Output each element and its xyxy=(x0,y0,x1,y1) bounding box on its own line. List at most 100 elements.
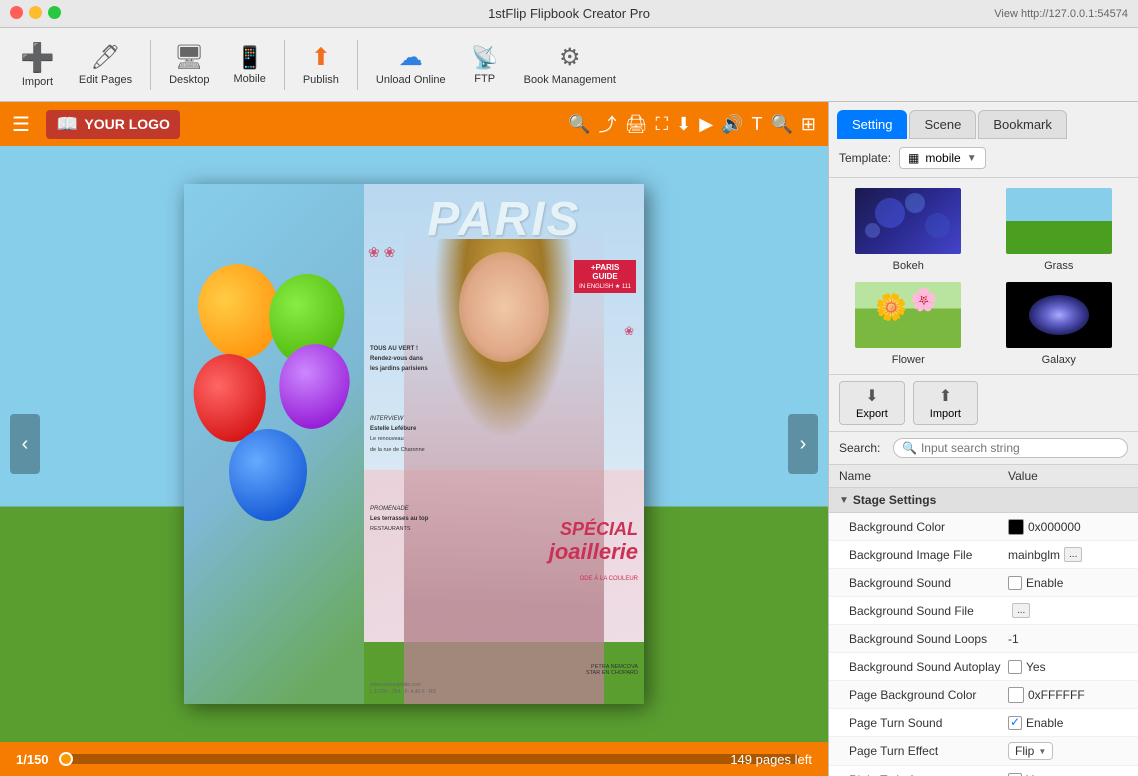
volume-icon[interactable]: 🔊 xyxy=(721,114,743,135)
page-bg-color-swatch[interactable] xyxy=(1008,687,1024,703)
thumb-galaxy-img[interactable] xyxy=(1004,280,1114,350)
text-icon[interactable]: T xyxy=(751,114,762,135)
bg-sound-checkbox[interactable] xyxy=(1008,576,1022,590)
mag-flowers-left: ❀ ❀ xyxy=(368,244,395,261)
share-icon[interactable]: ⤴ xyxy=(599,111,617,137)
tab-bookmark[interactable]: Bookmark xyxy=(978,110,1067,139)
bg-image-text: mainbglm xyxy=(1008,548,1060,562)
bg-color-text: 0x000000 xyxy=(1028,520,1081,534)
right-to-left-checkbox[interactable] xyxy=(1008,773,1022,776)
fullscreen-icon[interactable]: ⛶ xyxy=(656,114,669,135)
unload-online-button[interactable]: ☁ Unload Online xyxy=(366,39,456,90)
next-page-button[interactable]: › xyxy=(788,414,818,474)
thumb-flower-img[interactable]: 🌼 🌸 xyxy=(853,280,963,350)
play-icon[interactable]: ▶ xyxy=(699,114,713,135)
settings-tabs: Setting Scene Bookmark xyxy=(829,102,1138,139)
mag-ode: ODE À LA COULEUR xyxy=(580,576,638,582)
balloon-blue xyxy=(229,429,307,521)
hamburger-menu-icon[interactable]: ☰ xyxy=(12,112,30,137)
search-magnifier-icon: 🔍 xyxy=(902,441,917,455)
url-display[interactable]: View http://127.0.0.1:54574 xyxy=(994,8,1128,20)
import-settings-icon: ⬆ xyxy=(939,386,952,406)
stage-settings-header[interactable]: ▼ Stage Settings xyxy=(829,488,1138,513)
minimize-button[interactable] xyxy=(29,6,42,19)
bg-image-value: mainbglm ... xyxy=(1008,547,1128,562)
book-management-button[interactable]: ⚙ Book Management xyxy=(514,39,626,90)
thumb-grass-img[interactable] xyxy=(1004,186,1114,256)
bg-sound-autoplay-row: Background Sound Autoplay Yes xyxy=(829,653,1138,681)
current-page: 1/150 xyxy=(16,752,49,767)
prev-page-button[interactable]: ‹ xyxy=(10,414,40,474)
settings-column-headers: Name Value xyxy=(829,465,1138,488)
publish-button[interactable]: ⬆ Publish xyxy=(293,39,349,90)
col-value-header: Value xyxy=(1008,469,1128,483)
tab-setting[interactable]: Setting xyxy=(837,110,907,139)
edit-pages-label: Edit Pages xyxy=(79,74,132,86)
flipbook-viewer: ☰ 📖 YOUR LOGO 🔍 ⤴ 🖨 ⛶ ⬇ ▶ 🔊 T 🔍 ⊞ ‹ xyxy=(0,102,828,776)
bg-color-swatch[interactable] xyxy=(1008,519,1024,535)
zoom-icon[interactable]: 🔍 xyxy=(568,114,590,135)
import-icon: ➕ xyxy=(20,41,55,74)
scene-bokeh[interactable]: Bokeh xyxy=(837,186,980,272)
window-controls[interactable] xyxy=(10,6,61,19)
main-toolbar: ➕ Import 🖊 Edit Pages 🖥 Desktop 📱 Mobile… xyxy=(0,28,1138,102)
page-turn-sound-label: Enable xyxy=(1026,716,1063,730)
flipbook: PARIS CAPITALE +PARISGUIDEIN ENGLISH ★ 1… xyxy=(184,184,644,704)
import-button[interactable]: ➕ Import xyxy=(10,37,65,92)
maximize-button[interactable] xyxy=(48,6,61,19)
scene-grass[interactable]: Grass xyxy=(988,186,1131,272)
galaxy-spiral xyxy=(1029,295,1089,335)
desktop-button[interactable]: 🖥 Desktop xyxy=(159,39,219,90)
bg-sound-loops-text: -1 xyxy=(1008,632,1019,646)
bg-color-value: 0x000000 xyxy=(1008,519,1128,535)
titlebar: 1stFlip Flipbook Creator Pro View http:/… xyxy=(0,0,1138,28)
close-button[interactable] xyxy=(10,6,23,19)
export-button[interactable]: ⬇ Export xyxy=(839,381,905,425)
download-icon[interactable]: ⬇ xyxy=(676,114,691,135)
bg-sound-loops-value: -1 xyxy=(1008,632,1128,646)
bg-color-row: Background Color 0x000000 xyxy=(829,513,1138,541)
grid-icon[interactable]: ⊞ xyxy=(801,114,816,135)
page-turn-effect-dropdown[interactable]: Flip ▼ xyxy=(1008,742,1053,760)
thumb-bokeh-img[interactable] xyxy=(853,186,963,256)
bg-sound-file-btn[interactable]: ... xyxy=(1012,603,1030,618)
book-management-label: Book Management xyxy=(524,74,616,86)
edit-pages-icon: 🖊 xyxy=(90,43,120,72)
progress-handle[interactable] xyxy=(59,752,73,766)
export-icon: ⬇ xyxy=(865,386,878,406)
tab-scene[interactable]: Scene xyxy=(909,110,976,139)
bg-sound-file-name: Background Sound File xyxy=(849,604,1008,618)
import-settings-button[interactable]: ⬆ Import xyxy=(913,381,978,425)
bg-image-name: Background Image File xyxy=(849,548,1008,562)
search-input[interactable] xyxy=(921,441,1119,455)
progress-track[interactable] xyxy=(61,754,800,764)
print-icon[interactable]: 🖨 xyxy=(625,114,648,135)
bg-sound-value: Enable xyxy=(1008,576,1128,590)
flower-preview: 🌼 🌸 xyxy=(855,282,961,348)
template-chevron-icon: ▼ xyxy=(967,153,977,164)
mag-article-2: INTERVIEWEstelle LefébureLe renouveaude … xyxy=(370,414,425,455)
edit-pages-button[interactable]: 🖊 Edit Pages xyxy=(69,39,142,90)
bokeh-preview xyxy=(855,188,961,254)
ftp-button[interactable]: 📡 FTP xyxy=(460,41,510,89)
thumb-flower-label: Flower xyxy=(892,354,925,366)
template-dropdown[interactable]: ▦ mobile ▼ xyxy=(899,147,986,169)
publish-label: Publish xyxy=(303,74,339,86)
app-title: 1stFlip Flipbook Creator Pro xyxy=(488,6,650,21)
settings-search-row: Search: 🔍 xyxy=(829,432,1138,465)
bg-image-file-btn[interactable]: ... xyxy=(1064,547,1082,562)
page-bg-color-name: Page Background Color xyxy=(849,688,1008,702)
bg-sound-autoplay-checkbox[interactable] xyxy=(1008,660,1022,674)
settings-table: Name Value ▼ Stage Settings Background C… xyxy=(829,465,1138,776)
scene-flower[interactable]: 🌼 🌸 Flower xyxy=(837,280,980,366)
viewer-tools[interactable]: 🔍 ⤴ 🖨 ⛶ ⬇ ▶ 🔊 T 🔍 ⊞ xyxy=(568,111,816,137)
scene-galaxy[interactable]: Galaxy xyxy=(988,280,1131,366)
settings-panel: Setting Scene Bookmark Template: ▦ mobil… xyxy=(828,102,1138,776)
page-turn-sound-name: Page Turn Sound xyxy=(849,716,1008,730)
search-viewer-icon[interactable]: 🔍 xyxy=(770,114,792,135)
stage-settings-label: Stage Settings xyxy=(853,493,936,507)
page-turn-sound-checkbox[interactable] xyxy=(1008,716,1022,730)
template-label: Template: xyxy=(839,151,891,165)
mobile-button[interactable]: 📱 Mobile xyxy=(223,41,275,89)
thumb-galaxy-label: Galaxy xyxy=(1042,354,1076,366)
